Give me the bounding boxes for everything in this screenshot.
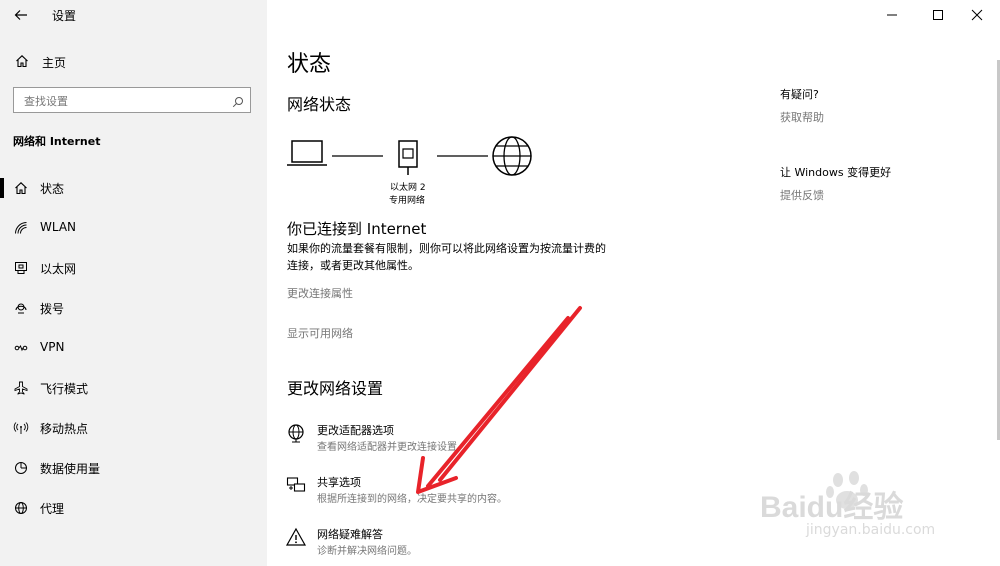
watermark-brand: Baidu经验	[760, 491, 904, 524]
baidu-watermark: Baidu经验 jingyan.baidu.com	[760, 470, 990, 550]
watermark-url: jingyan.baidu.com	[806, 522, 936, 538]
